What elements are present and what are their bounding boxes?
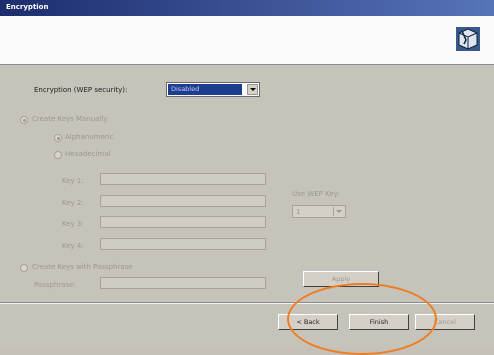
alphanumeric-label: Alphanumeric (65, 133, 114, 141)
encryption-label: Encryption (WEP security): (34, 86, 128, 94)
wizard-icon (456, 27, 480, 51)
key-2-field[interactable] (100, 195, 266, 207)
key-4-label: Key 4: (62, 242, 84, 250)
use-wep-key-value: 1 (296, 208, 301, 216)
create-keys-manually-label: Create Keys Manually (32, 115, 108, 123)
use-wep-key-label: Use WEP Key: (292, 190, 340, 198)
chevron-down-icon[interactable] (247, 84, 258, 95)
encryption-select[interactable]: Disabled (166, 82, 260, 97)
create-keys-manually-radio[interactable] (20, 116, 28, 124)
hexadecimal-label: Hexadecimal (65, 150, 111, 158)
encryption-select-value: Disabled (168, 84, 242, 95)
use-wep-key-select[interactable]: 1 (292, 205, 346, 218)
key-3-label: Key 3: (62, 220, 84, 228)
create-keys-passphrase-radio[interactable] (20, 264, 28, 272)
chevron-down-icon[interactable] (333, 207, 344, 216)
highlight-circle (287, 283, 437, 355)
hexadecimal-radio[interactable] (54, 151, 62, 159)
passphrase-field[interactable] (100, 277, 266, 289)
encryption-window: Encryption Encryption (WEP security): Di… (0, 0, 494, 355)
alphanumeric-radio[interactable] (54, 134, 62, 142)
key-1-field[interactable] (100, 173, 266, 185)
key-1-label: Key 1: (62, 177, 84, 185)
create-keys-passphrase-label: Create Keys with Passphrase (32, 263, 133, 271)
key-4-field[interactable] (100, 238, 266, 250)
window-title: Encryption (6, 3, 49, 11)
title-bar: Encryption (0, 0, 494, 16)
wizard-header (0, 16, 494, 65)
passphrase-label: Passphrase: (34, 281, 76, 289)
key-2-label: Key 2: (62, 199, 84, 207)
key-3-field[interactable] (100, 216, 266, 228)
